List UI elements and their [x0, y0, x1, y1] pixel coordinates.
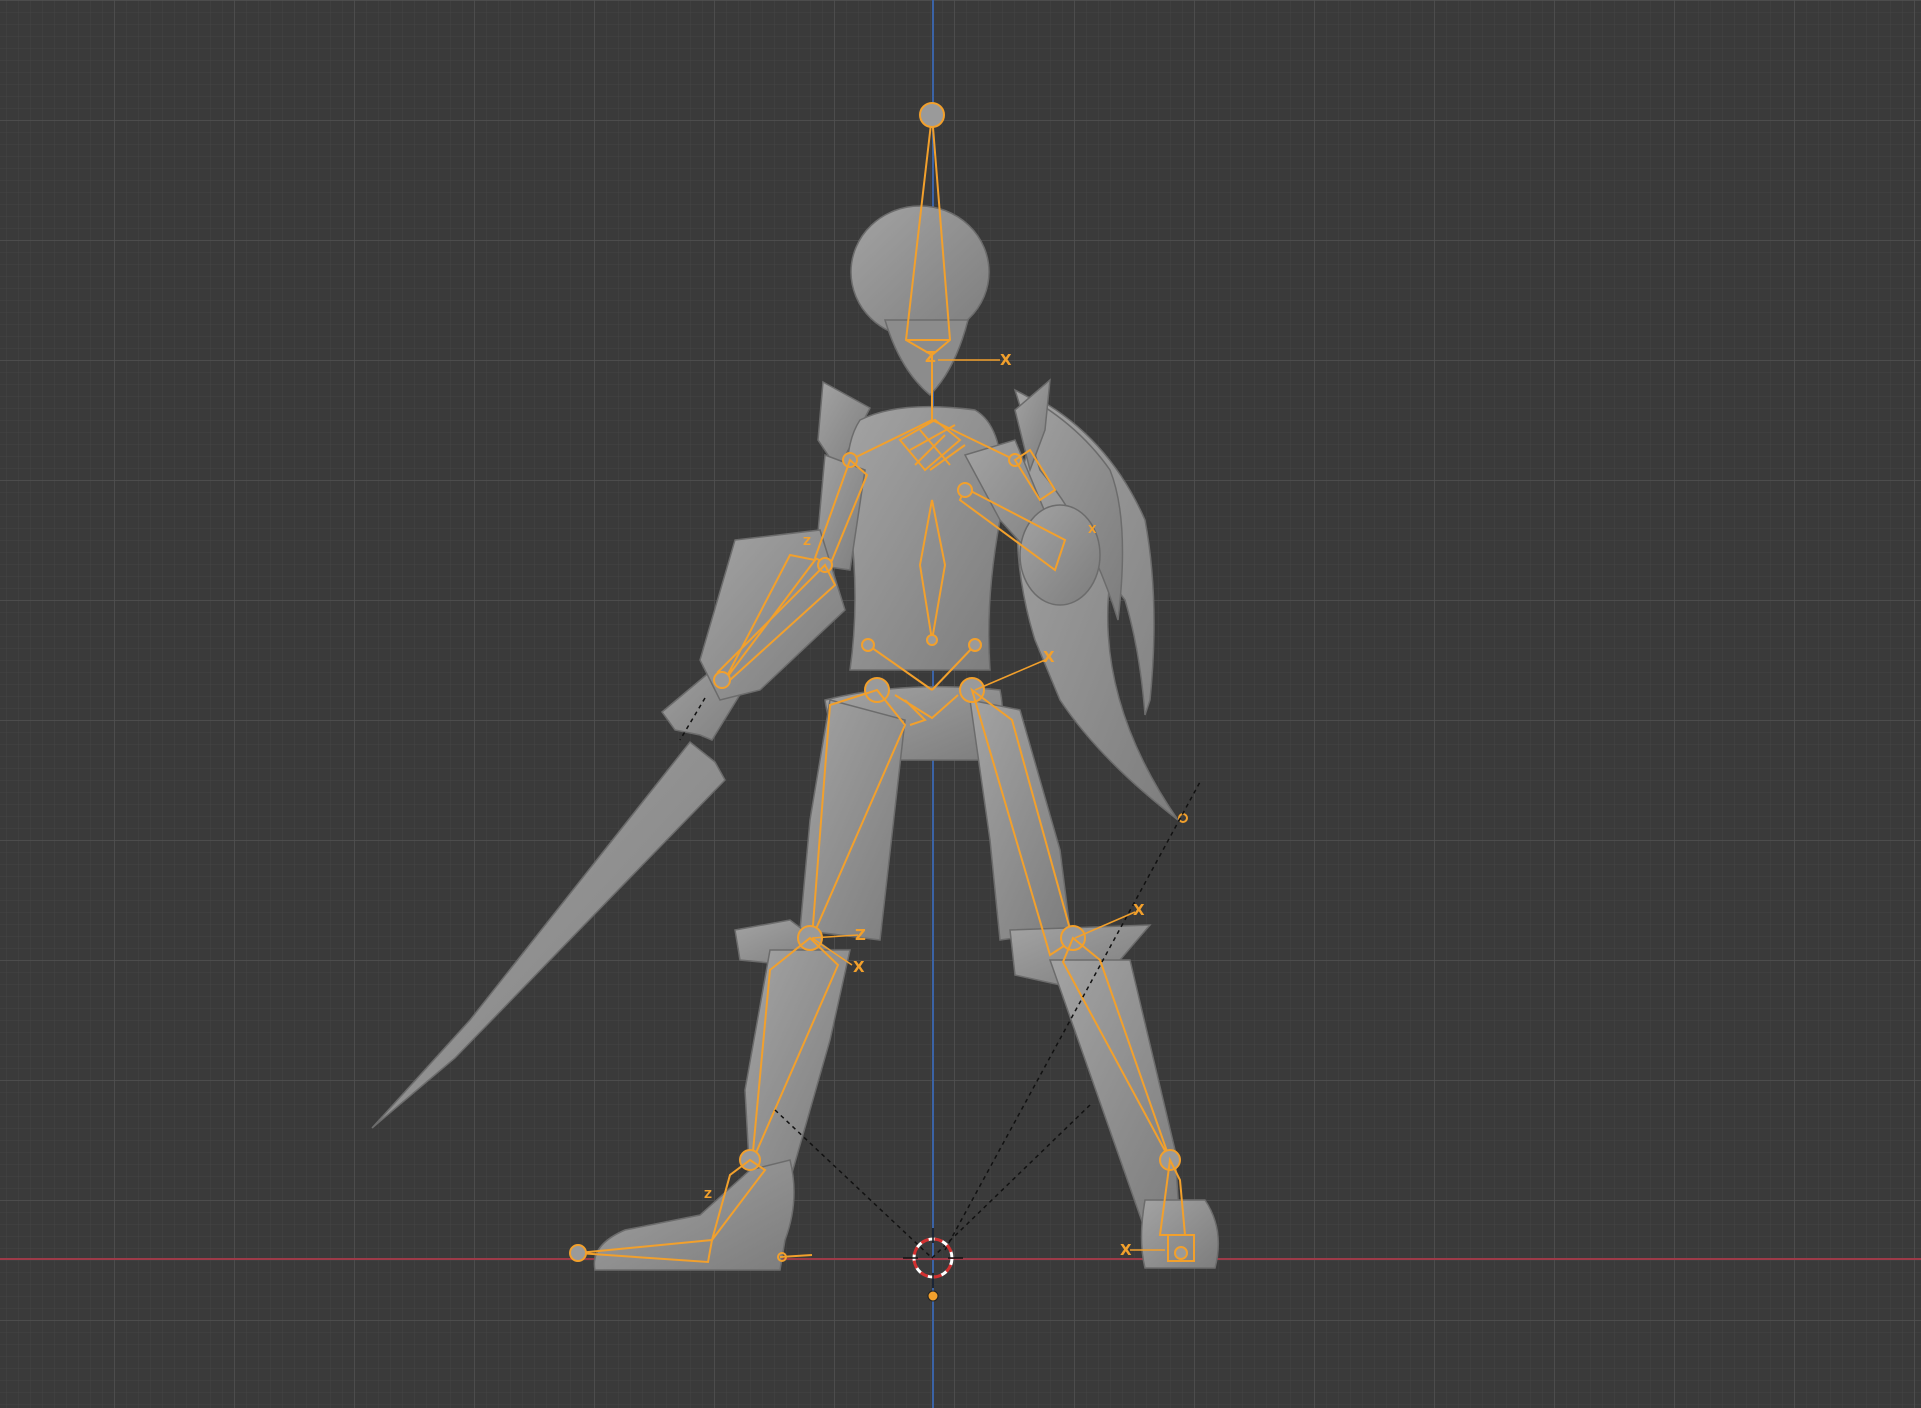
left-knee-x-axis-label: X — [853, 958, 865, 976]
left-ankle-z-axis-label: Z — [704, 1188, 712, 1201]
left-knee-z-axis-label: Z — [855, 926, 866, 944]
left-elbow-z-axis-label: Z — [803, 535, 811, 548]
head-bone-tip[interactable] — [919, 102, 945, 128]
neck-x-axis-label: X — [1000, 351, 1012, 369]
right-knee-x-axis-label: X — [1133, 901, 1145, 919]
object-origin[interactable] — [927, 1290, 939, 1302]
hip-x-axis-label: X — [1043, 648, 1055, 666]
viewport-canvas[interactable]: X Z X Z X X X Z Z X — [0, 0, 1921, 1408]
neck-z-axis-label: Z — [925, 348, 936, 366]
3d-viewport[interactable]: X Z X Z X X X Z Z X — [0, 0, 1921, 1408]
right-foot-x-axis-label: X — [1120, 1241, 1132, 1259]
right-shoulder-x-axis-label: X — [1088, 523, 1097, 536]
